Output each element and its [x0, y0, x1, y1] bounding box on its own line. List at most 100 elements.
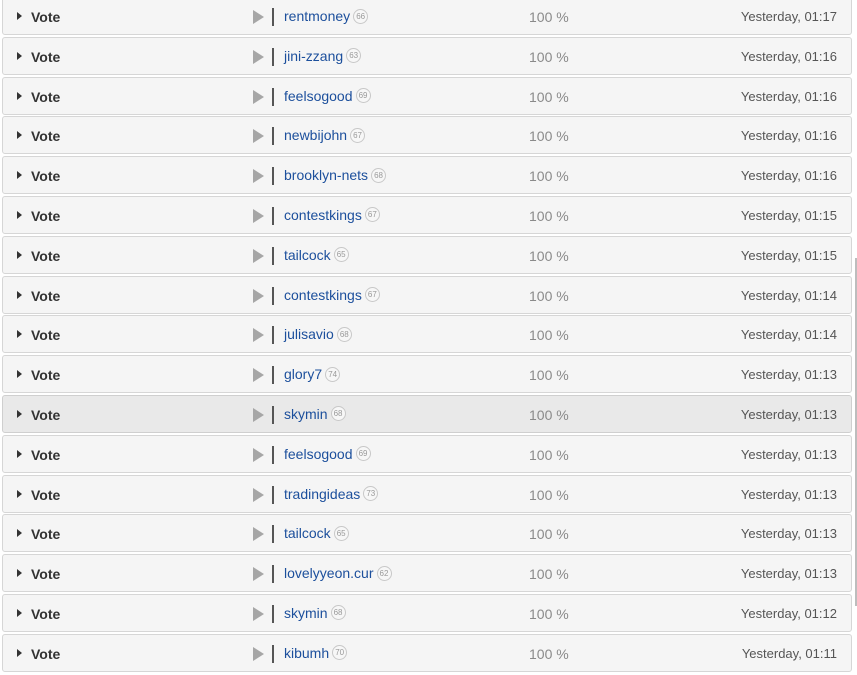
voter-link[interactable]: glory7 [284, 366, 322, 382]
caret-right-icon[interactable] [17, 131, 22, 140]
vote-row[interactable]: Vote lovelyyeon.cur 62 100 % Yesterday, … [2, 554, 852, 593]
voter-link[interactable]: skymin [284, 605, 328, 621]
play-icon[interactable] [253, 368, 264, 383]
vote-row-hovered[interactable]: Vote skymin 68 100 % Yesterday, 01:13 [2, 394, 852, 433]
voter-link[interactable]: kibumh [284, 645, 329, 661]
caret-right-icon[interactable] [17, 250, 22, 259]
caret-right-icon[interactable] [17, 210, 22, 219]
reputation-badge: 69 [355, 446, 371, 462]
separator [272, 246, 274, 265]
vote-weight: 100 % [529, 526, 569, 543]
vote-row[interactable]: Vote glory7 74 100 % Yesterday, 01:13 [2, 355, 852, 394]
vote-row[interactable]: Vote contestkings 67 100 % Yesterday, 01… [2, 275, 852, 314]
voter-link[interactable]: julisavio [284, 326, 334, 342]
voter-link[interactable]: lovelyyeon.cur [284, 565, 374, 581]
play-icon[interactable] [253, 288, 264, 303]
play-icon[interactable] [253, 208, 264, 223]
voter: feelsogood 69 [284, 88, 371, 104]
voter-link[interactable]: tailcock [284, 525, 331, 541]
caret-right-icon[interactable] [17, 51, 22, 60]
play-icon[interactable] [253, 49, 264, 64]
play-icon[interactable] [253, 447, 264, 462]
separator [272, 47, 274, 66]
vote-row[interactable]: Vote tailcock 65 100 % Yesterday, 01:15 [2, 235, 852, 274]
play-icon[interactable] [253, 567, 264, 582]
vote-time: Yesterday, 01:13 [740, 486, 837, 502]
vote-row[interactable]: Vote contestkings 67 100 % Yesterday, 01… [2, 195, 852, 234]
play-icon[interactable] [253, 646, 264, 661]
voter-link[interactable]: rentmoney [284, 8, 350, 24]
play-icon[interactable] [253, 169, 264, 184]
vote-row[interactable]: Vote skymin 68 100 % Yesterday, 01:12 [2, 593, 852, 632]
vote-row[interactable]: Vote brooklyn-nets 68 100 % Yesterday, 0… [2, 156, 852, 195]
voter-link[interactable]: jini-zzang [284, 48, 343, 64]
vote-label: Vote [31, 287, 61, 304]
caret-right-icon[interactable] [17, 409, 22, 418]
reputation-badge: 69 [355, 88, 371, 104]
voter: glory7 74 [284, 366, 341, 382]
caret-right-icon[interactable] [17, 608, 22, 617]
vote-row[interactable]: Vote tradingideas 73 100 % Yesterday, 01… [2, 474, 852, 513]
caret-right-icon[interactable] [17, 12, 22, 20]
vote-label: Vote [31, 128, 61, 145]
voter-link[interactable]: tradingideas [284, 486, 360, 502]
voter-link[interactable]: feelsogood [284, 446, 353, 462]
vote-row[interactable]: Vote feelsogood 69 100 % Yesterday, 01:1… [2, 76, 852, 115]
vote-row[interactable]: Vote feelsogood 69 100 % Yesterday, 01:1… [2, 434, 852, 473]
vote-row[interactable]: Vote kibumh 70 100 % Yesterday, 01:11 [2, 633, 852, 672]
vote-weight: 100 % [529, 367, 569, 384]
voter-link[interactable]: contestkings [284, 287, 362, 303]
voter-link[interactable]: brooklyn-nets [284, 167, 368, 183]
vote-time: Yesterday, 01:14 [740, 287, 837, 303]
vote-row[interactable]: Vote newbijohn 67 100 % Yesterday, 01:16 [2, 116, 852, 155]
caret-right-icon[interactable] [17, 330, 22, 339]
vote-weight: 100 % [529, 88, 569, 105]
voter: brooklyn-nets 68 [284, 167, 387, 183]
caret-right-icon[interactable] [17, 449, 22, 458]
play-icon[interactable] [253, 10, 264, 24]
vote-label: Vote [31, 9, 61, 25]
voter-link[interactable]: contestkings [284, 207, 362, 223]
voter-link[interactable]: newbijohn [284, 127, 347, 143]
reputation-badge: 70 [332, 645, 348, 661]
vote-label: Vote [31, 88, 61, 105]
vote-label: Vote [31, 526, 61, 543]
voter: contestkings 67 [284, 207, 380, 223]
play-icon[interactable] [253, 407, 264, 422]
caret-right-icon[interactable] [17, 489, 22, 498]
vote-row[interactable]: Vote jini-zzang 63 100 % Yesterday, 01:1… [2, 36, 852, 75]
vote-time: Yesterday, 01:16 [740, 48, 837, 64]
vote-label: Vote [31, 566, 61, 583]
reputation-badge: 63 [346, 48, 362, 64]
vote-row[interactable]: Vote rentmoney 66 100 % Yesterday, 01:17 [2, 0, 852, 35]
play-icon[interactable] [253, 89, 264, 104]
caret-right-icon[interactable] [17, 290, 22, 299]
vote-time: Yesterday, 01:16 [740, 128, 837, 144]
play-icon[interactable] [253, 248, 264, 263]
vote-time: Yesterday, 01:17 [740, 9, 837, 24]
reputation-badge: 68 [330, 406, 346, 422]
voter-link[interactable]: tailcock [284, 247, 331, 263]
voter-link[interactable]: feelsogood [284, 88, 353, 104]
vote-row[interactable]: Vote tailcock 65 100 % Yesterday, 01:13 [2, 514, 852, 553]
play-icon[interactable] [253, 487, 264, 502]
caret-right-icon[interactable] [17, 370, 22, 379]
play-icon[interactable] [253, 606, 264, 621]
vote-row[interactable]: Vote julisavio 68 100 % Yesterday, 01:14 [2, 315, 852, 354]
vote-time: Yesterday, 01:12 [740, 605, 837, 621]
play-icon[interactable] [253, 328, 264, 343]
play-icon[interactable] [253, 129, 264, 144]
play-icon[interactable] [253, 527, 264, 542]
caret-right-icon[interactable] [17, 648, 22, 657]
voter: contestkings 67 [284, 287, 380, 303]
caret-right-icon[interactable] [17, 569, 22, 578]
reputation-badge: 67 [350, 127, 366, 143]
separator [272, 127, 274, 146]
vote-weight: 100 % [529, 566, 569, 583]
caret-right-icon[interactable] [17, 91, 22, 100]
separator [272, 565, 274, 584]
caret-right-icon[interactable] [17, 529, 22, 538]
caret-right-icon[interactable] [17, 171, 22, 180]
voter-link[interactable]: skymin [284, 406, 328, 422]
vote-weight: 100 % [529, 247, 569, 264]
